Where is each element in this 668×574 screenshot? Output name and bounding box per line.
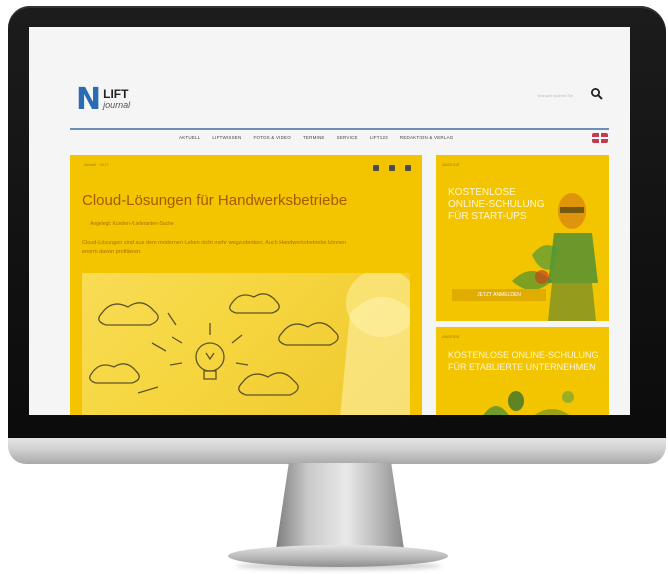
nav-item-liftwissen[interactable]: LIFTWISSEN (212, 135, 241, 140)
article-author: Angelegt: Kunden-/Lieferanten-Suche (90, 221, 174, 227)
ad-cta-button[interactable]: JETZT ANMELDEN (452, 289, 546, 301)
ad-label: ANZEIGE (442, 334, 460, 339)
nav-item-fotos-video[interactable]: FOTOS & VIDEO (253, 135, 291, 140)
screen: N LIFT journal Wonach suchen Sie AKTUELL… (29, 27, 630, 415)
nav-item-termine[interactable]: TERMINE (303, 135, 325, 140)
slider-controls (373, 165, 411, 171)
article-image[interactable] (82, 273, 410, 415)
ad-title-line: KOSTENLOSE (448, 187, 516, 198)
featured-article[interactable]: Aktuell · 2017 Cloud-Lösungen für Handwe… (70, 155, 422, 415)
header-divider (70, 128, 609, 130)
logo-title: LIFT (103, 87, 129, 101)
logo-subtitle: journal (103, 100, 131, 110)
search-input[interactable]: Wonach suchen Sie (481, 91, 573, 101)
article-title[interactable]: Cloud-Lösungen für Handwerksbetriebe (82, 192, 347, 209)
slider-dot-icon[interactable] (405, 165, 411, 171)
search-icon[interactable] (590, 87, 604, 101)
monitor-stand-neck (276, 463, 404, 549)
monitor-stand-base (228, 545, 448, 567)
nav-item-service[interactable]: SERVICE (337, 135, 358, 140)
ad-title-line: KOSTENLOSE ONLINE-SCHULUNG (448, 350, 599, 360)
article-teaser: Cloud-Lösungen sind aus dem modernen Leb… (82, 240, 347, 255)
nav-item-aktuell[interactable]: AKTUELL (179, 135, 200, 140)
ad-banner-established[interactable]: ANZEIGE KOSTENLOSE ONLINE-SCHULUNG FÜR E… (436, 327, 609, 415)
site-logo[interactable]: N LIFT journal (76, 85, 130, 115)
language-flag-icon[interactable] (592, 133, 608, 143)
main-navigation: AKTUELL LIFTWISSEN FOTOS & VIDEO TERMINE… (179, 135, 454, 140)
mascot-illustration (483, 391, 574, 415)
slider-dot-icon[interactable] (373, 165, 379, 171)
ad-banner-startups[interactable]: ANZEIGE KOSTENLOSE ONLINE-SCHULUNG FÜR S… (436, 155, 609, 321)
ad-label: ANZEIGE (442, 162, 460, 167)
monitor-chin (8, 438, 666, 464)
slider-dot-icon[interactable] (389, 165, 395, 171)
logo-mark: N (76, 82, 101, 117)
article-meta: Aktuell · 2017 (84, 162, 109, 167)
nav-item-redaktion-verlag[interactable]: REDAKTION & VERLAG (400, 135, 454, 140)
nav-item-lift123[interactable]: LIFT123 (370, 135, 388, 140)
ad-title-line: FÜR ETABLIERTE UNTERNEHMEN (448, 362, 596, 372)
